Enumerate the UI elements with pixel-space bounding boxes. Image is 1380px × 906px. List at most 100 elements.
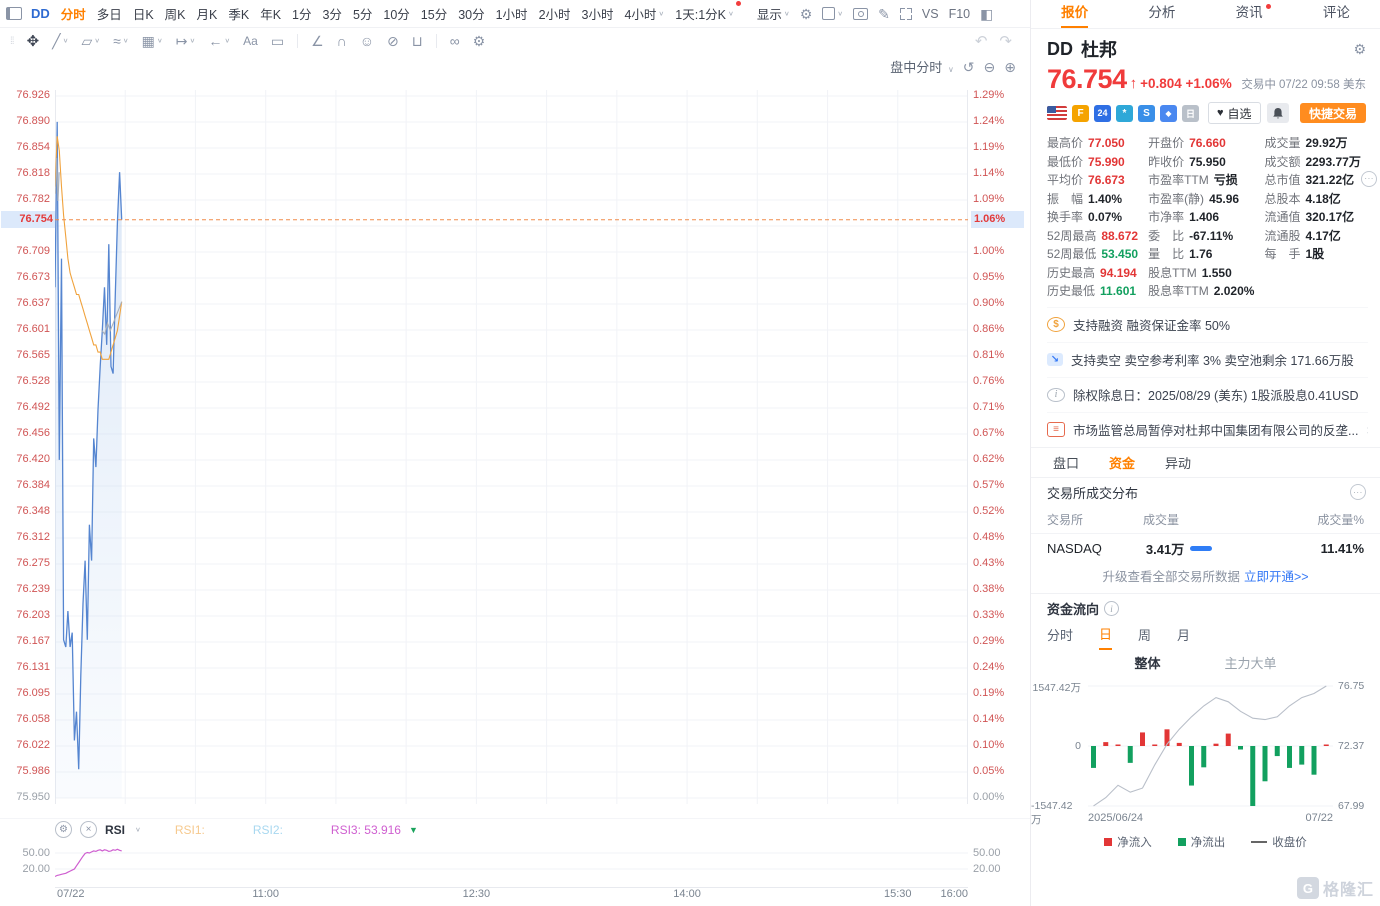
quick-trade-button[interactable]: 快捷交易 bbox=[1300, 103, 1366, 123]
quote-cell: 流通值320.17亿 bbox=[1264, 208, 1377, 227]
chart-mode-select[interactable]: 盘中分时 ∨ bbox=[890, 57, 954, 76]
tab-分析[interactable]: 分析 bbox=[1148, 0, 1175, 28]
close-icon[interactable]: × bbox=[1366, 422, 1368, 438]
pattern-tool[interactable]: ▦∨ bbox=[142, 34, 163, 48]
down-triangle-icon[interactable]: ▼ bbox=[409, 825, 418, 835]
emoji-tool-icon[interactable]: ☺ bbox=[360, 34, 374, 48]
compare-checkbox[interactable]: ∨ bbox=[822, 7, 843, 20]
fundflow-right-tick: 76.75 bbox=[1338, 680, 1364, 692]
more-icon[interactable]: ··· bbox=[1350, 484, 1366, 500]
notice-row[interactable]: ↘支持卖空 卖空参考利率 3% 卖空池剩余 171.66万股 bbox=[1047, 342, 1368, 377]
upgrade-link[interactable]: 立即开通>> bbox=[1244, 566, 1309, 585]
channel-tool[interactable]: ▱∨ bbox=[81, 34, 100, 48]
tab-资讯[interactable]: 资讯 bbox=[1236, 0, 1263, 28]
percent-tick: 0.57% bbox=[973, 479, 1023, 491]
period-tab-5分[interactable]: 5分 bbox=[353, 4, 372, 23]
arrow-tool[interactable]: ←∨ bbox=[208, 34, 230, 48]
period-tab-周K[interactable]: 周K bbox=[165, 4, 186, 23]
notice-row[interactable]: i除权除息日：2025/08/29 (美东) 1股派股息0.41USD bbox=[1047, 377, 1368, 412]
arrow-left-icon: ← bbox=[208, 34, 222, 48]
wave-tool[interactable]: ≈∨ bbox=[113, 34, 129, 48]
period-tab-3分[interactable]: 3分 bbox=[322, 4, 341, 23]
period-tab-2小时[interactable]: 2小时 bbox=[539, 4, 571, 23]
pencil-icon[interactable]: ✎ bbox=[878, 7, 890, 21]
current-percent-badge: 1.06% bbox=[971, 211, 1024, 228]
rsi-plot[interactable] bbox=[55, 840, 968, 888]
watchlist-button[interactable]: ♥自选 bbox=[1208, 102, 1261, 124]
period-tab-10分[interactable]: 10分 bbox=[383, 4, 409, 23]
time-tick: 07/22 bbox=[57, 888, 85, 900]
period-tab-15分[interactable]: 15分 bbox=[421, 4, 447, 23]
drag-handle[interactable]: ⁞⁞ bbox=[10, 36, 14, 47]
price-tick: 76.709 bbox=[0, 245, 50, 257]
quote-label: 委 比 bbox=[1148, 227, 1184, 246]
reset-zoom-icon[interactable]: ↺ bbox=[963, 60, 975, 74]
rsi-settings-icon[interactable]: ⚙ bbox=[55, 821, 72, 838]
text-tool-icon[interactable]: Aa bbox=[243, 35, 258, 47]
period-tab-3小时[interactable]: 3小时 bbox=[582, 4, 614, 23]
zoom-in-icon[interactable]: ⊕ bbox=[1004, 60, 1016, 74]
more-icon[interactable]: ··· bbox=[1361, 171, 1377, 187]
tab-评论[interactable]: 评论 bbox=[1323, 0, 1350, 28]
extend-tool[interactable]: ↦∨ bbox=[176, 34, 196, 48]
move-tool-icon[interactable]: ✥ bbox=[27, 34, 40, 49]
display-menu[interactable]: 显示∨ bbox=[757, 4, 790, 23]
header-gear-icon[interactable]: ⚙ bbox=[1353, 42, 1366, 56]
detail-tab-盘口[interactable]: 盘口 bbox=[1053, 453, 1079, 472]
intraday-plot[interactable] bbox=[55, 80, 968, 815]
detail-tab-资金[interactable]: 资金 bbox=[1109, 453, 1135, 472]
f10-button[interactable]: F10 bbox=[949, 7, 971, 21]
zoom-out-icon[interactable]: ⊖ bbox=[984, 60, 996, 74]
period-tab-年K[interactable]: 年K bbox=[260, 4, 281, 23]
drawing-settings-icon[interactable]: ⚙ bbox=[473, 34, 486, 48]
period-tab-季K[interactable]: 季K bbox=[228, 4, 249, 23]
percent-tick: 0.29% bbox=[973, 635, 1023, 647]
notice-row[interactable]: $支持融资 融资保证金率 50% bbox=[1047, 307, 1368, 342]
period-tab-1分[interactable]: 1分 bbox=[292, 4, 311, 23]
notice-row[interactable]: ≡市场监管总局暂停对杜邦中国集团有限公司的反垄...× bbox=[1047, 412, 1368, 447]
rsi-close-icon[interactable]: × bbox=[80, 821, 97, 838]
compare-icon[interactable]: ∞ bbox=[450, 34, 460, 48]
percent-tick: 0.19% bbox=[973, 687, 1023, 699]
time-tick: 11:00 bbox=[252, 888, 279, 900]
trash-icon[interactable]: ⊔ bbox=[412, 34, 423, 48]
angle-tool-icon[interactable]: ∠ bbox=[311, 34, 324, 48]
info-icon[interactable]: i bbox=[1104, 601, 1119, 616]
fundflow-subtab-主力大单[interactable]: 主力大单 bbox=[1225, 653, 1277, 672]
redo-icon[interactable]: ↷ bbox=[999, 32, 1012, 50]
hide-drawings-icon[interactable]: ⊘ bbox=[387, 34, 399, 48]
period-tab-多日[interactable]: 多日 bbox=[97, 4, 122, 23]
period-tab-月K[interactable]: 月K bbox=[197, 4, 218, 23]
chevron-down-icon[interactable]: ∨ bbox=[135, 826, 141, 833]
stock-code: DD bbox=[1047, 39, 1073, 60]
exchange-row[interactable]: NASDAQ 3.41万 11.41% bbox=[1031, 534, 1380, 563]
magnet-tool-icon[interactable]: ∩ bbox=[337, 34, 347, 48]
period-tab-1小时[interactable]: 1小时 bbox=[496, 4, 528, 23]
comment-tool-icon[interactable]: ▭ bbox=[271, 34, 284, 48]
period-tab-1天:1分K[interactable]: 1天:1分K∨ bbox=[675, 4, 734, 23]
price-tick: 76.637 bbox=[0, 297, 50, 309]
gear-icon[interactable]: ⚙ bbox=[800, 7, 813, 21]
vs-button[interactable]: VS bbox=[922, 7, 939, 21]
screenshot-icon[interactable] bbox=[853, 8, 868, 20]
alert-bell-button[interactable] bbox=[1267, 103, 1289, 123]
fundflow-tab-周[interactable]: 周 bbox=[1138, 625, 1151, 649]
layout-icon[interactable] bbox=[6, 7, 22, 20]
fundflow-tab-月[interactable]: 月 bbox=[1177, 625, 1190, 649]
quote-cell: 52周最高88.672 bbox=[1047, 227, 1138, 246]
panel-toggle-icon[interactable]: ◧ bbox=[980, 7, 993, 21]
fullscreen-icon[interactable] bbox=[900, 8, 912, 20]
fundflow-tab-日[interactable]: 日 bbox=[1099, 624, 1112, 650]
period-tab-日K[interactable]: 日K bbox=[133, 4, 154, 23]
rsi-label[interactable]: RSI bbox=[105, 823, 125, 837]
fundflow-tab-分时[interactable]: 分时 bbox=[1047, 625, 1073, 649]
tab-报价[interactable]: 报价 bbox=[1061, 0, 1088, 28]
period-tab-分时[interactable]: 分时 bbox=[61, 4, 86, 23]
period-tab-4小时[interactable]: 4小时∨ bbox=[624, 4, 664, 23]
trend-line-tool[interactable]: ╱∨ bbox=[52, 34, 68, 48]
undo-icon[interactable]: ↶ bbox=[975, 32, 988, 50]
fundflow-subtab-整体[interactable]: 整体 bbox=[1134, 653, 1160, 672]
detail-tab-异动[interactable]: 异动 bbox=[1165, 453, 1191, 472]
quote-value: 1.406 bbox=[1189, 208, 1219, 227]
period-tab-30分[interactable]: 30分 bbox=[458, 4, 484, 23]
